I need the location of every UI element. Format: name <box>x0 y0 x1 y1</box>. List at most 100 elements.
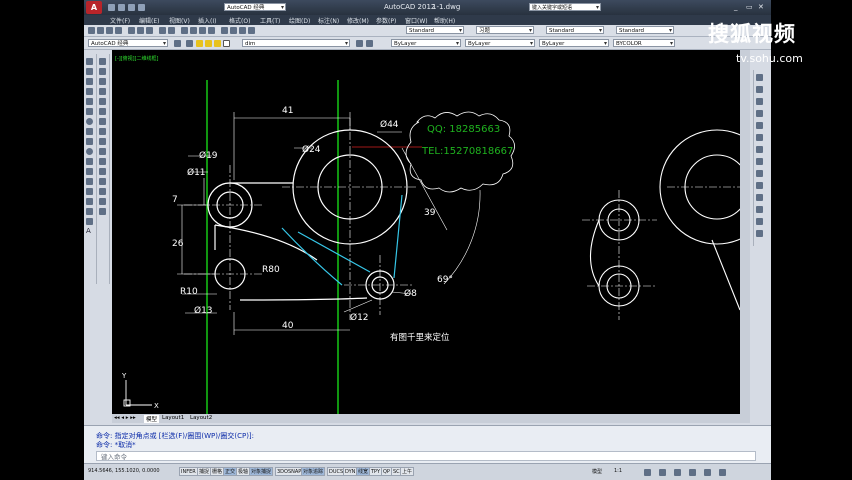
menu-dimension[interactable]: 标注(N) <box>318 16 339 25</box>
redo-icon[interactable] <box>168 27 175 34</box>
explode-icon[interactable] <box>99 208 106 215</box>
quick-undo-icon[interactable] <box>138 4 145 11</box>
tab-layout2[interactable]: Layout2 <box>190 415 212 421</box>
status-polar[interactable]: 极轴 <box>236 467 251 476</box>
text-style-2-select[interactable]: Standard <box>616 26 674 34</box>
autocad-logo-icon[interactable]: A <box>86 1 102 14</box>
text-style-select[interactable]: Standard <box>406 26 464 34</box>
dim-r80[interactable]: R80 <box>262 265 280 275</box>
settings-gear-icon[interactable] <box>174 40 181 47</box>
minimize-icon[interactable]: _ <box>734 3 738 11</box>
help-search-input[interactable]: 键入关键字或短语 <box>529 3 601 11</box>
open-icon[interactable] <box>97 27 104 34</box>
continue-dim-icon[interactable] <box>756 182 763 189</box>
menu-edit[interactable]: 编辑(E) <box>139 16 159 25</box>
erase-icon[interactable] <box>99 58 106 65</box>
scale-icon[interactable] <box>99 128 106 135</box>
layer-bulb-icon[interactable] <box>196 40 203 47</box>
model-space-label[interactable]: 模型 <box>592 468 602 475</box>
radius-dim-icon[interactable] <box>756 122 763 129</box>
quick-dim-icon[interactable] <box>756 158 763 165</box>
copy-object-icon[interactable] <box>99 68 106 75</box>
status-snap[interactable]: 捕捉 <box>197 467 212 476</box>
layer-lock-icon[interactable] <box>214 40 221 47</box>
join-icon[interactable] <box>99 178 106 185</box>
status-otrack[interactable]: 对象追踪 <box>301 467 326 476</box>
dim-dia-13[interactable]: Ø13 <box>194 305 213 316</box>
note-text[interactable]: 有图千里来定位 <box>390 332 450 343</box>
zoom-icon[interactable] <box>190 27 197 34</box>
table-icon[interactable] <box>86 218 93 225</box>
workspace-switch[interactable]: AutoCAD 经典 <box>224 3 286 11</box>
dim-dia-8[interactable]: Ø8 <box>404 288 417 299</box>
properties-icon[interactable] <box>221 27 228 34</box>
menu-modify[interactable]: 修改(M) <box>347 16 369 25</box>
tolerance-icon[interactable] <box>756 194 763 201</box>
dim-40[interactable]: 40 <box>282 321 294 331</box>
chamfer-icon[interactable] <box>99 188 106 195</box>
revision-cloud-icon[interactable] <box>86 128 93 135</box>
menu-draw[interactable]: 绘图(D) <box>289 16 310 25</box>
tab-nav-icon[interactable]: ◂◂ ◂ ▸ ▸▸ <box>114 415 136 421</box>
aligned-dim-icon[interactable] <box>756 86 763 93</box>
arc-length-icon[interactable] <box>756 98 763 105</box>
construction-line-icon[interactable] <box>86 68 93 75</box>
dim-39[interactable]: 39 <box>424 208 436 218</box>
diameter-dim-icon[interactable] <box>756 134 763 141</box>
menu-parametric[interactable]: 参数(P) <box>376 16 396 25</box>
clean-screen-icon[interactable] <box>719 469 726 476</box>
line-tool-icon[interactable] <box>86 58 93 65</box>
quick-open-icon[interactable] <box>118 4 125 11</box>
contact-tel[interactable]: TEL:15270818667 <box>421 146 513 157</box>
pan-icon[interactable] <box>181 27 188 34</box>
linear-dim-icon[interactable] <box>756 74 763 81</box>
layer-sun-icon[interactable] <box>205 40 212 47</box>
offset-icon[interactable] <box>99 88 106 95</box>
baseline-dim-icon[interactable] <box>756 170 763 177</box>
quick-new-icon[interactable] <box>108 4 115 11</box>
array-icon[interactable] <box>99 98 106 105</box>
tab-layout1[interactable]: Layout1 <box>162 415 184 421</box>
status-lineweight[interactable]: 线宽 <box>356 467 371 476</box>
undo-icon[interactable] <box>159 27 166 34</box>
plot-style-select[interactable]: BYCOLOR <box>613 39 675 47</box>
hatch-icon[interactable] <box>86 188 93 195</box>
dim-dia-44[interactable]: Ø44 <box>380 119 399 130</box>
save-icon[interactable] <box>106 27 113 34</box>
zoom-window-icon[interactable] <box>199 27 206 34</box>
paste-icon[interactable] <box>146 27 153 34</box>
layer-color-select[interactable]: ByLayer <box>391 39 461 47</box>
calculator-icon[interactable] <box>248 27 255 34</box>
insert-block-icon[interactable] <box>86 158 93 165</box>
quick-save-icon[interactable] <box>128 4 135 11</box>
menu-file[interactable]: 文件(F) <box>110 16 130 25</box>
contact-qq[interactable]: QQ: 18285663 <box>427 124 500 135</box>
status-osnap[interactable]: 对象捕捉 <box>249 467 274 476</box>
workspace-combo[interactable]: AutoCAD 经典 <box>88 39 168 47</box>
multiline-text-icon[interactable]: A <box>86 228 93 235</box>
dim-angle-69[interactable]: 69° <box>437 275 453 285</box>
rotate-icon[interactable] <box>99 118 106 125</box>
coordinate-readout[interactable]: 914.5646, 155.1020, 0.0000 <box>88 468 160 474</box>
command-input[interactable]: 键入命令 <box>96 451 756 461</box>
layer-manager-icon[interactable] <box>186 40 193 47</box>
menu-tools[interactable]: 工具(T) <box>260 16 280 25</box>
workspace-gear-icon[interactable] <box>659 469 666 476</box>
multileader-style-select[interactable]: 习题 <box>476 26 534 34</box>
lock-icon[interactable] <box>674 469 681 476</box>
dim-dia-24[interactable]: Ø24 <box>302 144 321 155</box>
extend-icon[interactable] <box>99 158 106 165</box>
status-infer[interactable]: INFER <box>179 467 198 476</box>
move-icon[interactable] <box>99 108 106 115</box>
center-mark-icon[interactable] <box>756 206 763 213</box>
annotation-scale[interactable]: 1:1 <box>614 468 622 474</box>
lineweight-select[interactable]: ByLayer <box>539 39 609 47</box>
angular-dim-icon[interactable] <box>756 146 763 153</box>
gradient-icon[interactable] <box>86 198 93 205</box>
trim-icon[interactable] <box>99 148 106 155</box>
arc-icon[interactable] <box>86 108 93 115</box>
tool-palettes-icon[interactable] <box>239 27 246 34</box>
status-grid[interactable]: 栅格 <box>210 467 225 476</box>
fillet-icon[interactable] <box>99 198 106 205</box>
dim-dia-12[interactable]: Ø12 <box>350 312 369 323</box>
